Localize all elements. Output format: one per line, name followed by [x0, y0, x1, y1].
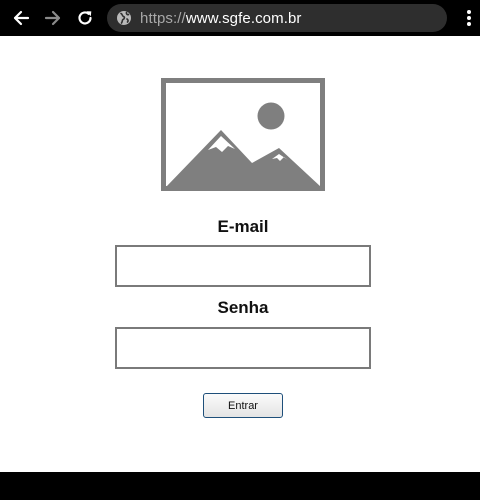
- forward-button[interactable]: [41, 6, 65, 30]
- password-input[interactable]: [115, 327, 371, 369]
- email-label: E-mail: [217, 217, 269, 236]
- url-scheme: https://: [140, 9, 186, 27]
- browser-toolbar: https://www.sgfe.com.br: [0, 0, 480, 36]
- reload-icon: [78, 11, 92, 25]
- kebab-menu-icon: [467, 10, 471, 26]
- arrow-left-icon: [13, 10, 30, 26]
- globe-icon[interactable]: [116, 10, 132, 26]
- bottom-bar: [0, 472, 480, 500]
- arrow-right-icon: [44, 10, 61, 26]
- submit-button[interactable]: Entrar: [203, 393, 283, 418]
- password-label: Senha: [217, 298, 269, 317]
- url-host: www.sgfe.com.br: [185, 9, 302, 27]
- page-content: E-mail Senha Entrar: [0, 36, 480, 472]
- email-input[interactable]: [115, 245, 371, 287]
- browser-menu-button[interactable]: [462, 6, 476, 30]
- back-button[interactable]: [9, 6, 33, 30]
- url-text: https://www.sgfe.com.br: [140, 10, 302, 27]
- image-placeholder-icon: [161, 78, 325, 191]
- address-bar[interactable]: https://www.sgfe.com.br: [107, 4, 447, 32]
- reload-button[interactable]: [73, 6, 97, 30]
